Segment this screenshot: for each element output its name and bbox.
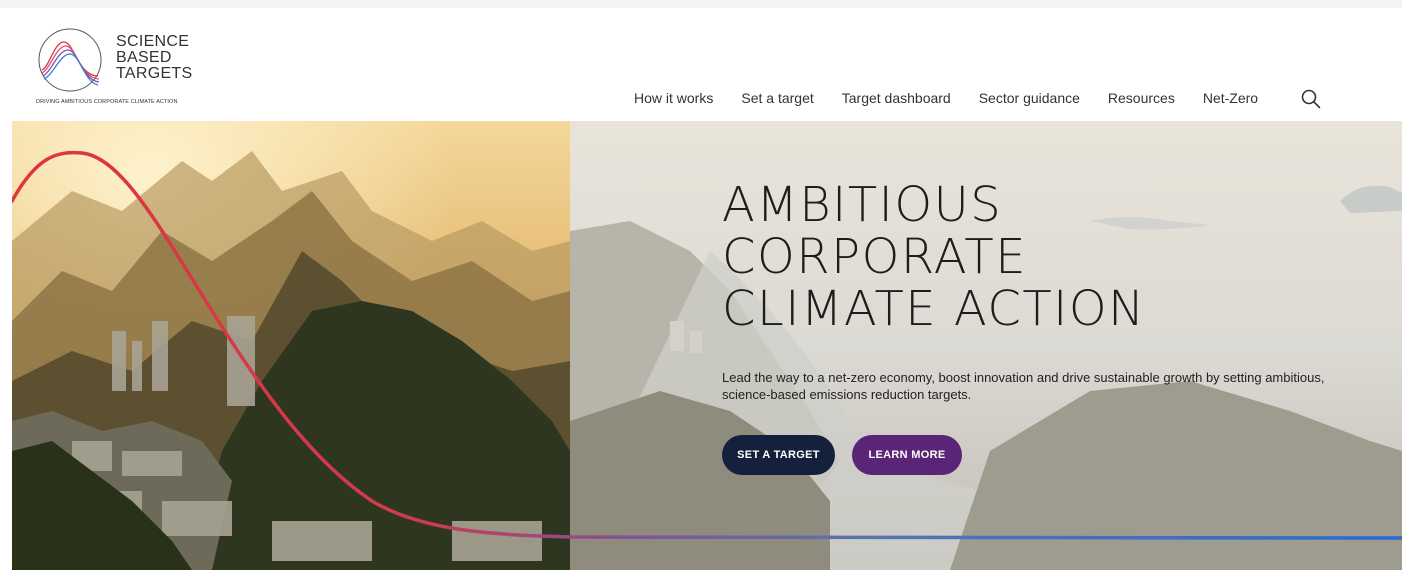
learn-more-button[interactable]: LEARN MORE bbox=[852, 435, 962, 475]
nav-sector-guidance[interactable]: Sector guidance bbox=[979, 90, 1080, 106]
hero-title-line-3: CLIMATE ACTION bbox=[722, 281, 1146, 337]
hero-subtitle: Lead the way to a net-zero economy, boos… bbox=[722, 370, 1325, 402]
logo-tagline: DRIVING AMBITIOUS CORPORATE CLIMATE ACTI… bbox=[36, 99, 178, 105]
logo-wordmark: SCIENCE BASED TARGETS bbox=[116, 34, 192, 82]
search-icon[interactable] bbox=[1300, 88, 1322, 110]
logo-word-3: TARGETS bbox=[116, 65, 193, 82]
logo-word-1: SCIENCE bbox=[116, 33, 190, 50]
nav-target-dashboard[interactable]: Target dashboard bbox=[842, 90, 951, 106]
top-strip bbox=[0, 0, 1402, 8]
hero-title-line-1: AMBITIOUS bbox=[722, 177, 1003, 233]
set-a-target-button[interactable]: SET A TARGET bbox=[722, 435, 835, 475]
nav-set-a-target[interactable]: Set a target bbox=[741, 90, 813, 106]
hero-title: AMBITIOUS CORPORATE CLIMATE ACTION bbox=[722, 179, 1146, 335]
logo-mark-icon bbox=[38, 28, 102, 92]
nav-resources[interactable]: Resources bbox=[1108, 90, 1175, 106]
main-nav: How it works Set a target Target dashboa… bbox=[634, 90, 1258, 106]
nav-net-zero[interactable]: Net-Zero bbox=[1203, 90, 1258, 106]
hero-photo-mountains bbox=[12, 121, 570, 570]
site-header: SCIENCE BASED TARGETS DRIVING AMBITIOUS … bbox=[0, 8, 1402, 121]
nav-how-it-works[interactable]: How it works bbox=[634, 90, 713, 106]
logo-word-2: BASED bbox=[116, 49, 172, 66]
hero-banner: AMBITIOUS CORPORATE CLIMATE ACTION Lead … bbox=[12, 121, 1402, 570]
hero-title-line-2: CORPORATE bbox=[722, 229, 1028, 285]
site-logo[interactable]: SCIENCE BASED TARGETS DRIVING AMBITIOUS … bbox=[36, 26, 226, 108]
